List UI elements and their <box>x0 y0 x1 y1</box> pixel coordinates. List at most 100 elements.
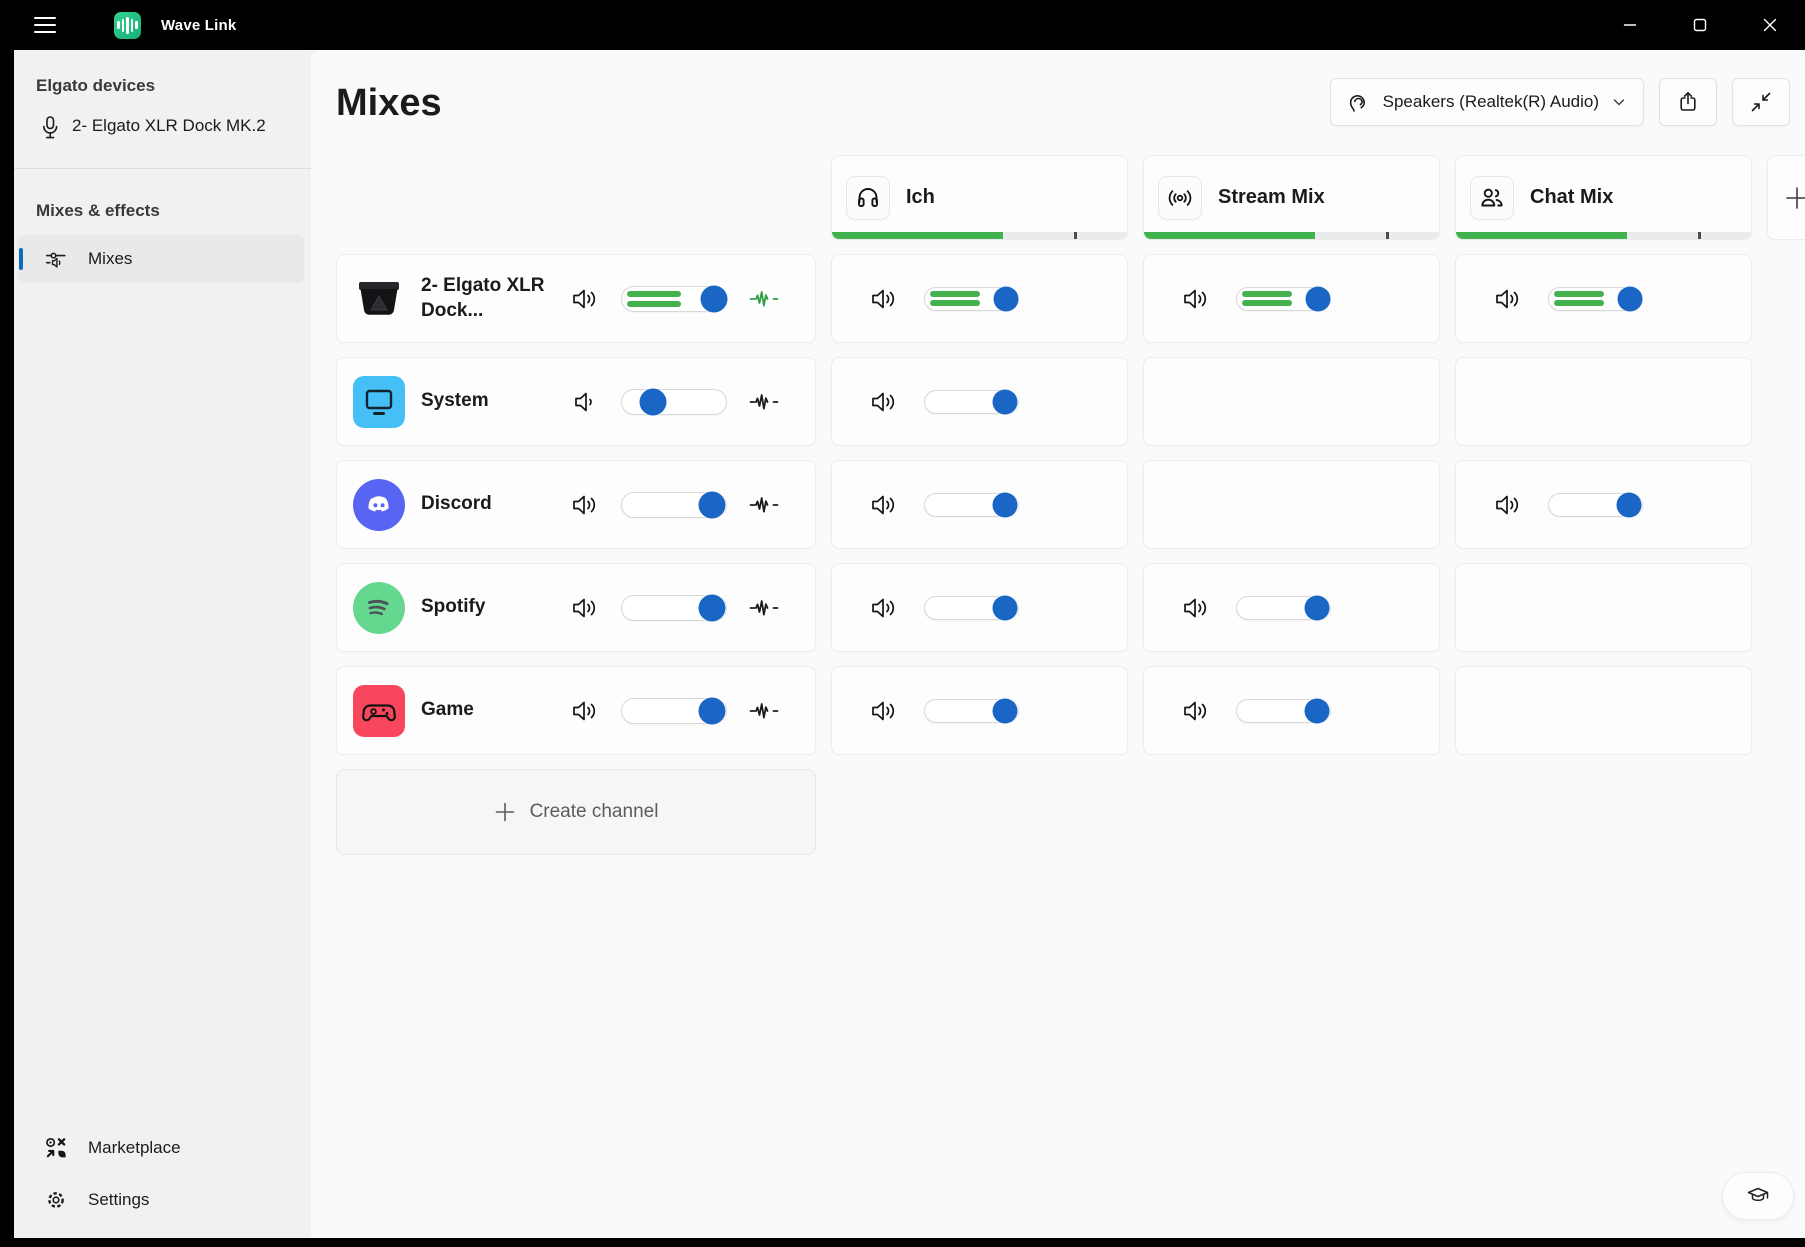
section-elgato-devices: Elgato devices <box>36 76 311 96</box>
volume-slider[interactable] <box>621 595 727 621</box>
volume-slider[interactable] <box>924 699 1019 723</box>
speaker-waves-icon[interactable] <box>1178 697 1214 725</box>
volume-slider[interactable] <box>1548 493 1643 517</box>
mix-label: Ich <box>906 186 935 209</box>
volume-slider[interactable] <box>924 390 1019 414</box>
slider-thumb[interactable] <box>1304 595 1329 620</box>
sidebar-item-label: Marketplace <box>88 1138 181 1158</box>
menu-icon[interactable] <box>34 7 74 43</box>
speaker-waves-icon[interactable] <box>866 594 902 622</box>
channel-spotify: Spotify <box>336 563 816 652</box>
sidebar-divider <box>14 168 311 169</box>
device-label: 2- Elgato XLR Dock MK.2 <box>72 114 266 139</box>
cell-discord-ich <box>831 460 1128 549</box>
slider-thumb[interactable] <box>992 595 1017 620</box>
speaker-low-icon[interactable] <box>567 388 603 416</box>
channel-label: Game <box>421 698 563 723</box>
volume-slider[interactable] <box>621 492 727 518</box>
top-controls: Speakers (Realtek(R) Audio) <box>1330 78 1790 126</box>
volume-slider[interactable] <box>924 287 1019 311</box>
slider-thumb[interactable] <box>640 388 667 415</box>
slider-thumb[interactable] <box>1304 698 1329 723</box>
volume-slider[interactable] <box>621 698 727 724</box>
titlebar: Wave Link <box>0 0 1805 50</box>
slider-thumb[interactable] <box>992 698 1017 723</box>
page-title: Mixes <box>336 82 442 125</box>
speaker-waves-icon[interactable] <box>567 697 603 725</box>
create-channel-button[interactable]: Create channel <box>336 769 816 855</box>
waveform-icon[interactable] <box>749 598 779 618</box>
sidebar-item-mixes[interactable]: Mixes <box>18 235 304 283</box>
speaker-waves-icon[interactable] <box>1490 285 1526 313</box>
cell-discord-chat <box>1455 460 1752 549</box>
slider-thumb[interactable] <box>700 285 727 312</box>
cell-discord-stream-empty <box>1143 460 1440 549</box>
speaker-waves-icon[interactable] <box>866 697 902 725</box>
slider-thumb[interactable] <box>992 492 1017 517</box>
marketplace-icon <box>44 1135 68 1161</box>
cell-game-ich <box>831 666 1128 755</box>
slider-thumb[interactable] <box>1305 286 1330 311</box>
tutorial-button[interactable] <box>1722 1172 1794 1220</box>
slider-thumb[interactable] <box>699 594 726 621</box>
mic-icon <box>38 114 62 144</box>
speaker-waves-icon[interactable] <box>866 388 902 416</box>
volume-slider[interactable] <box>1548 287 1643 311</box>
volume-slider[interactable] <box>621 389 727 415</box>
slider-thumb[interactable] <box>1616 492 1641 517</box>
channel-label: Discord <box>421 492 563 517</box>
volume-slider[interactable] <box>1236 596 1331 620</box>
channel-label: System <box>421 389 563 414</box>
speaker-waves-icon[interactable] <box>567 491 603 519</box>
channel-discord: Discord <box>336 460 816 549</box>
monitor-icon <box>353 376 405 428</box>
output-device-select[interactable]: Speakers (Realtek(R) Audio) <box>1330 78 1644 126</box>
slider-thumb[interactable] <box>993 286 1018 311</box>
slider-thumb[interactable] <box>699 697 726 724</box>
slider-thumb[interactable] <box>699 491 726 518</box>
spotify-logo <box>353 582 405 634</box>
speaker-waves-icon[interactable] <box>866 285 902 313</box>
slider-thumb[interactable] <box>992 389 1017 414</box>
mix-header-ich[interactable]: Ich <box>831 155 1128 240</box>
mix-label: Chat Mix <box>1530 186 1613 209</box>
waveform-icon[interactable] <box>749 289 779 309</box>
speaker-waves-icon[interactable] <box>1490 491 1526 519</box>
slider-thumb[interactable] <box>1617 286 1642 311</box>
speaker-waves-icon[interactable] <box>567 594 603 622</box>
sidebar: Elgato devices 2- Elgato XLR Dock MK.2 M… <box>14 50 311 1238</box>
volume-slider[interactable] <box>1236 699 1331 723</box>
sidebar-bottom: Marketplace Settings <box>14 1120 311 1238</box>
channel-game: Game <box>336 666 816 755</box>
volume-slider[interactable] <box>621 286 727 312</box>
cell-system-ich <box>831 357 1128 446</box>
wave-link-logo <box>114 12 141 39</box>
sidebar-item-xlr-dock[interactable]: 2- Elgato XLR Dock MK.2 <box>14 106 311 158</box>
minimize-icon[interactable] <box>1595 0 1665 50</box>
cell-spotify-chat-empty <box>1455 563 1752 652</box>
speaker-waves-icon[interactable] <box>1178 594 1214 622</box>
waveform-icon[interactable] <box>749 495 779 515</box>
mix-header-stream-mix[interactable]: Stream Mix <box>1143 155 1440 240</box>
speaker-waves-icon[interactable] <box>866 491 902 519</box>
main-pane: Mixes Speakers (Realtek(R) Audio) <box>311 50 1805 1238</box>
collapse-window-button[interactable] <box>1732 78 1790 126</box>
volume-slider[interactable] <box>924 493 1019 517</box>
maximize-icon[interactable] <box>1665 0 1735 50</box>
speaker-waves-icon[interactable] <box>567 285 603 313</box>
volume-slider[interactable] <box>1236 287 1331 311</box>
sidebar-item-settings[interactable]: Settings <box>18 1176 304 1224</box>
mix-header-chat-mix[interactable]: Chat Mix <box>1455 155 1752 240</box>
sidebar-item-marketplace[interactable]: Marketplace <box>18 1124 304 1172</box>
close-icon[interactable] <box>1735 0 1805 50</box>
speaker-waves-icon[interactable] <box>1178 285 1214 313</box>
cell-xlr-stream <box>1143 254 1440 343</box>
channel-label: Spotify <box>421 595 563 620</box>
waveform-icon[interactable] <box>749 392 779 412</box>
share-button[interactable] <box>1659 78 1717 126</box>
waveform-icon[interactable] <box>749 701 779 721</box>
volume-slider[interactable] <box>924 596 1019 620</box>
discord-logo <box>353 479 405 531</box>
add-mix-button[interactable] <box>1767 155 1805 240</box>
share-icon <box>1676 90 1700 114</box>
